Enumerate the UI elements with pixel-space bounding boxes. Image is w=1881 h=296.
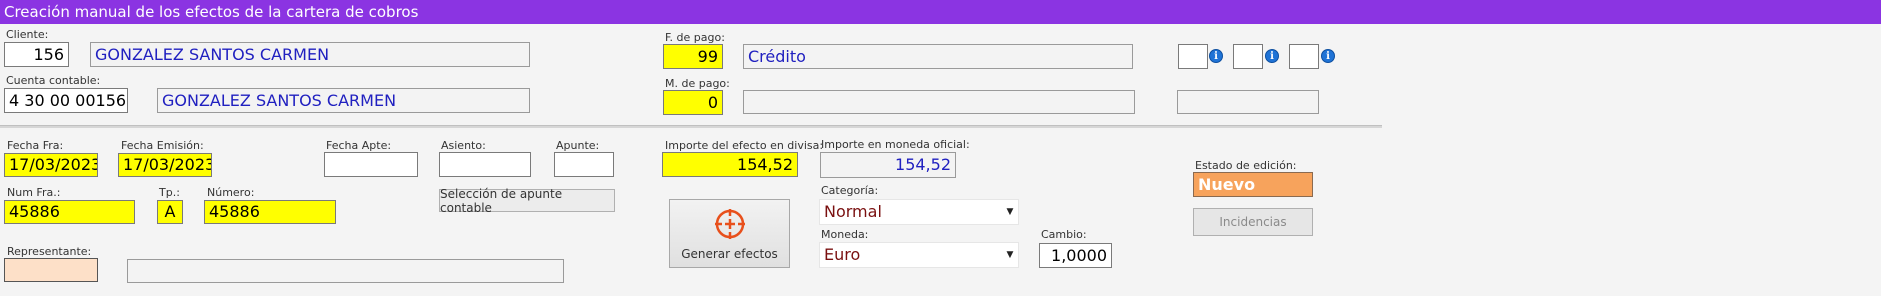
generar-efectos-button[interactable]: Generar efectos <box>669 199 790 268</box>
info-icon[interactable]: i <box>1209 49 1223 63</box>
info-icon[interactable]: i <box>1265 49 1279 63</box>
categoria-value: Normal <box>824 202 882 221</box>
forma-pago-code-field[interactable]: 99 <box>663 44 723 69</box>
section-divider <box>0 125 1382 128</box>
moneda-select[interactable]: Euro ▼ <box>819 242 1019 268</box>
num-fra-label: Num Fra.: <box>7 186 61 199</box>
fecha-apte-field[interactable] <box>324 152 418 177</box>
forma-pago-label: F. de pago: <box>665 31 725 44</box>
representante-code-field[interactable] <box>4 258 98 282</box>
crosshair-plus-icon <box>714 208 745 239</box>
extra-field-4[interactable] <box>1177 90 1319 114</box>
cliente-label: Cliente: <box>6 28 49 41</box>
categoria-label: Categoría: <box>821 184 879 197</box>
fecha-apte-label: Fecha Apte: <box>326 139 392 152</box>
moneda-value: Euro <box>824 245 861 264</box>
chevron-down-icon[interactable]: ▼ <box>1002 243 1018 267</box>
cuenta-code-field[interactable]: 4 30 00 00156 <box>4 88 128 113</box>
seleccion-apunte-button[interactable]: Selección de apunte contable <box>439 187 615 215</box>
categoria-select[interactable]: Normal ▼ <box>819 199 1019 225</box>
info-icon[interactable]: i <box>1321 49 1335 63</box>
cuenta-label: Cuenta contable: <box>6 74 101 87</box>
num-fra-field[interactable]: 45886 <box>4 200 135 224</box>
forma-pago-name-field[interactable]: Crédito <box>743 44 1133 69</box>
medio-pago-name-field[interactable] <box>743 90 1135 114</box>
tp-field[interactable]: A <box>157 200 183 224</box>
cliente-name-field[interactable]: GONZALEZ SANTOS CARMEN <box>90 42 530 67</box>
chevron-down-icon[interactable]: ▼ <box>1002 200 1018 224</box>
importe-divisa-label: Importe del efecto en divisa: <box>665 139 824 152</box>
representante-name-field[interactable] <box>127 259 564 283</box>
cambio-field[interactable]: 1,0000 <box>1039 243 1112 268</box>
fecha-fra-field[interactable]: 17/03/2023 <box>4 153 98 177</box>
cambio-label: Cambio: <box>1041 228 1087 241</box>
fecha-fra-label: Fecha Fra: <box>7 139 64 152</box>
importe-oficial-field[interactable]: 154,52 <box>820 152 956 178</box>
asiento-label: Asiento: <box>441 139 486 152</box>
extra-field-1[interactable] <box>1178 44 1208 69</box>
estado-label: Estado de edición: <box>1195 159 1297 172</box>
cuenta-name-field[interactable]: GONZALEZ SANTOS CARMEN <box>157 88 530 113</box>
window-title: Creación manual de los efectos de la car… <box>0 0 1881 24</box>
cliente-code-field[interactable]: 156 <box>4 42 69 67</box>
generar-efectos-label: Generar efectos <box>681 246 778 261</box>
tp-label: Tp.: <box>159 186 180 199</box>
apunte-label: Apunte: <box>556 139 600 152</box>
medio-pago-code-field[interactable]: 0 <box>663 90 723 115</box>
extra-field-2[interactable] <box>1233 44 1263 69</box>
numero-field[interactable]: 45886 <box>204 200 336 224</box>
apunte-field[interactable] <box>554 152 614 177</box>
medio-pago-label: M. de pago: <box>665 77 730 90</box>
asiento-field[interactable] <box>439 152 531 177</box>
extra-field-3[interactable] <box>1289 44 1319 69</box>
representante-label: Representante: <box>7 245 92 258</box>
numero-label: Número: <box>207 186 255 199</box>
moneda-label: Moneda: <box>821 228 869 241</box>
incidencias-button[interactable]: Incidencias <box>1193 208 1313 236</box>
fecha-emision-label: Fecha Emisión: <box>121 139 204 152</box>
fecha-emision-field[interactable]: 17/03/2023 <box>118 153 212 177</box>
importe-oficial-label: Importe en moneda oficial: <box>821 138 970 151</box>
estado-badge: Nuevo <box>1193 172 1313 197</box>
importe-divisa-field[interactable]: 154,52 <box>662 152 798 177</box>
